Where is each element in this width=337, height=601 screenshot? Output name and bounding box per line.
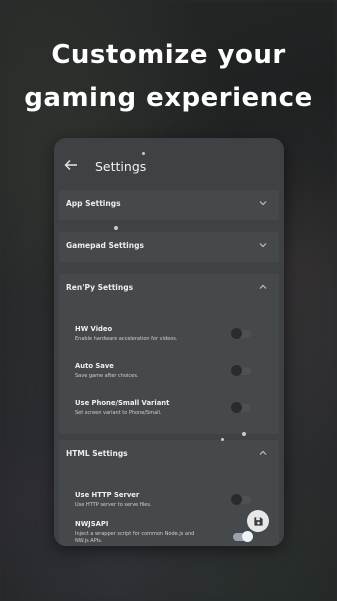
touch-indicator bbox=[242, 432, 246, 436]
section-header[interactable]: Gamepad Settings bbox=[59, 232, 279, 262]
section-header[interactable]: HTML Settings bbox=[59, 440, 279, 470]
hw-video-toggle[interactable] bbox=[231, 328, 251, 339]
toggle-knob bbox=[231, 365, 242, 376]
setting-subtitle: Inject a wrapper script for common Node.… bbox=[75, 531, 195, 537]
setting-title: Auto Save bbox=[75, 362, 114, 370]
setting-row-auto-save[interactable]: Auto Save Save game after choices. bbox=[75, 362, 279, 392]
section-gamepad-settings[interactable]: Gamepad Settings bbox=[59, 232, 279, 262]
headline-line-1: Customize your bbox=[51, 40, 286, 70]
settings-screen: Settings App Settings Gamepad Settings R… bbox=[54, 138, 284, 546]
setting-row-hw-video[interactable]: HW Video Enable hardware acceleration fo… bbox=[75, 325, 279, 355]
app-bar: Settings bbox=[54, 138, 284, 196]
section-header[interactable]: App Settings bbox=[59, 190, 279, 220]
chevron-down-icon bbox=[259, 199, 267, 207]
setting-row-phone-variant[interactable]: Use Phone/Small Variant Set screen varia… bbox=[75, 399, 279, 429]
page-title: Settings bbox=[95, 159, 147, 174]
save-button[interactable] bbox=[247, 510, 269, 532]
touch-indicator bbox=[142, 152, 145, 155]
section-header[interactable]: Ren'Py Settings bbox=[59, 274, 279, 304]
setting-subtitle: Use HTTP server to serve files. bbox=[75, 502, 152, 508]
arrow-left-icon[interactable] bbox=[64, 158, 78, 172]
touch-indicator bbox=[114, 226, 118, 230]
toggle-knob bbox=[231, 402, 242, 413]
setting-subtitle: Enable hardware acceleration for videos. bbox=[75, 336, 178, 342]
chevron-up-icon bbox=[259, 449, 267, 457]
toggle-knob bbox=[242, 531, 253, 542]
headline-line-2: gaming experience bbox=[24, 83, 313, 113]
toggle-knob bbox=[231, 494, 242, 505]
touch-indicator bbox=[221, 438, 224, 441]
save-icon bbox=[253, 512, 264, 531]
section-title: HTML Settings bbox=[66, 449, 128, 458]
chevron-up-icon bbox=[259, 283, 267, 291]
setting-title: Use Phone/Small Variant bbox=[75, 399, 170, 407]
section-title: App Settings bbox=[66, 199, 121, 208]
setting-subtitle: Save game after choices. bbox=[75, 373, 139, 379]
setting-subtitle-continued: NW.js APIs. bbox=[75, 538, 103, 544]
setting-title: Use HTTP Server bbox=[75, 491, 140, 499]
section-html-settings: HTML Settings Use HTTP Server Use HTTP s… bbox=[59, 440, 279, 546]
http-server-toggle[interactable] bbox=[231, 494, 251, 505]
nwjsapi-toggle[interactable] bbox=[233, 531, 253, 542]
setting-title: HW Video bbox=[75, 325, 113, 333]
toggle-knob bbox=[231, 328, 242, 339]
setting-title: NWJSAPI bbox=[75, 520, 109, 528]
section-title: Gamepad Settings bbox=[66, 241, 144, 250]
section-app-settings[interactable]: App Settings bbox=[59, 190, 279, 220]
headline: Customize your gaming experience bbox=[0, 34, 337, 120]
auto-save-toggle[interactable] bbox=[231, 365, 251, 376]
section-renpy-settings: Ren'Py Settings HW Video Enable hardware… bbox=[59, 274, 279, 434]
section-title: Ren'Py Settings bbox=[66, 283, 134, 292]
chevron-down-icon bbox=[259, 241, 267, 249]
phone-variant-toggle[interactable] bbox=[231, 402, 251, 413]
setting-subtitle: Set screen variant to Phone/Small. bbox=[75, 410, 162, 416]
